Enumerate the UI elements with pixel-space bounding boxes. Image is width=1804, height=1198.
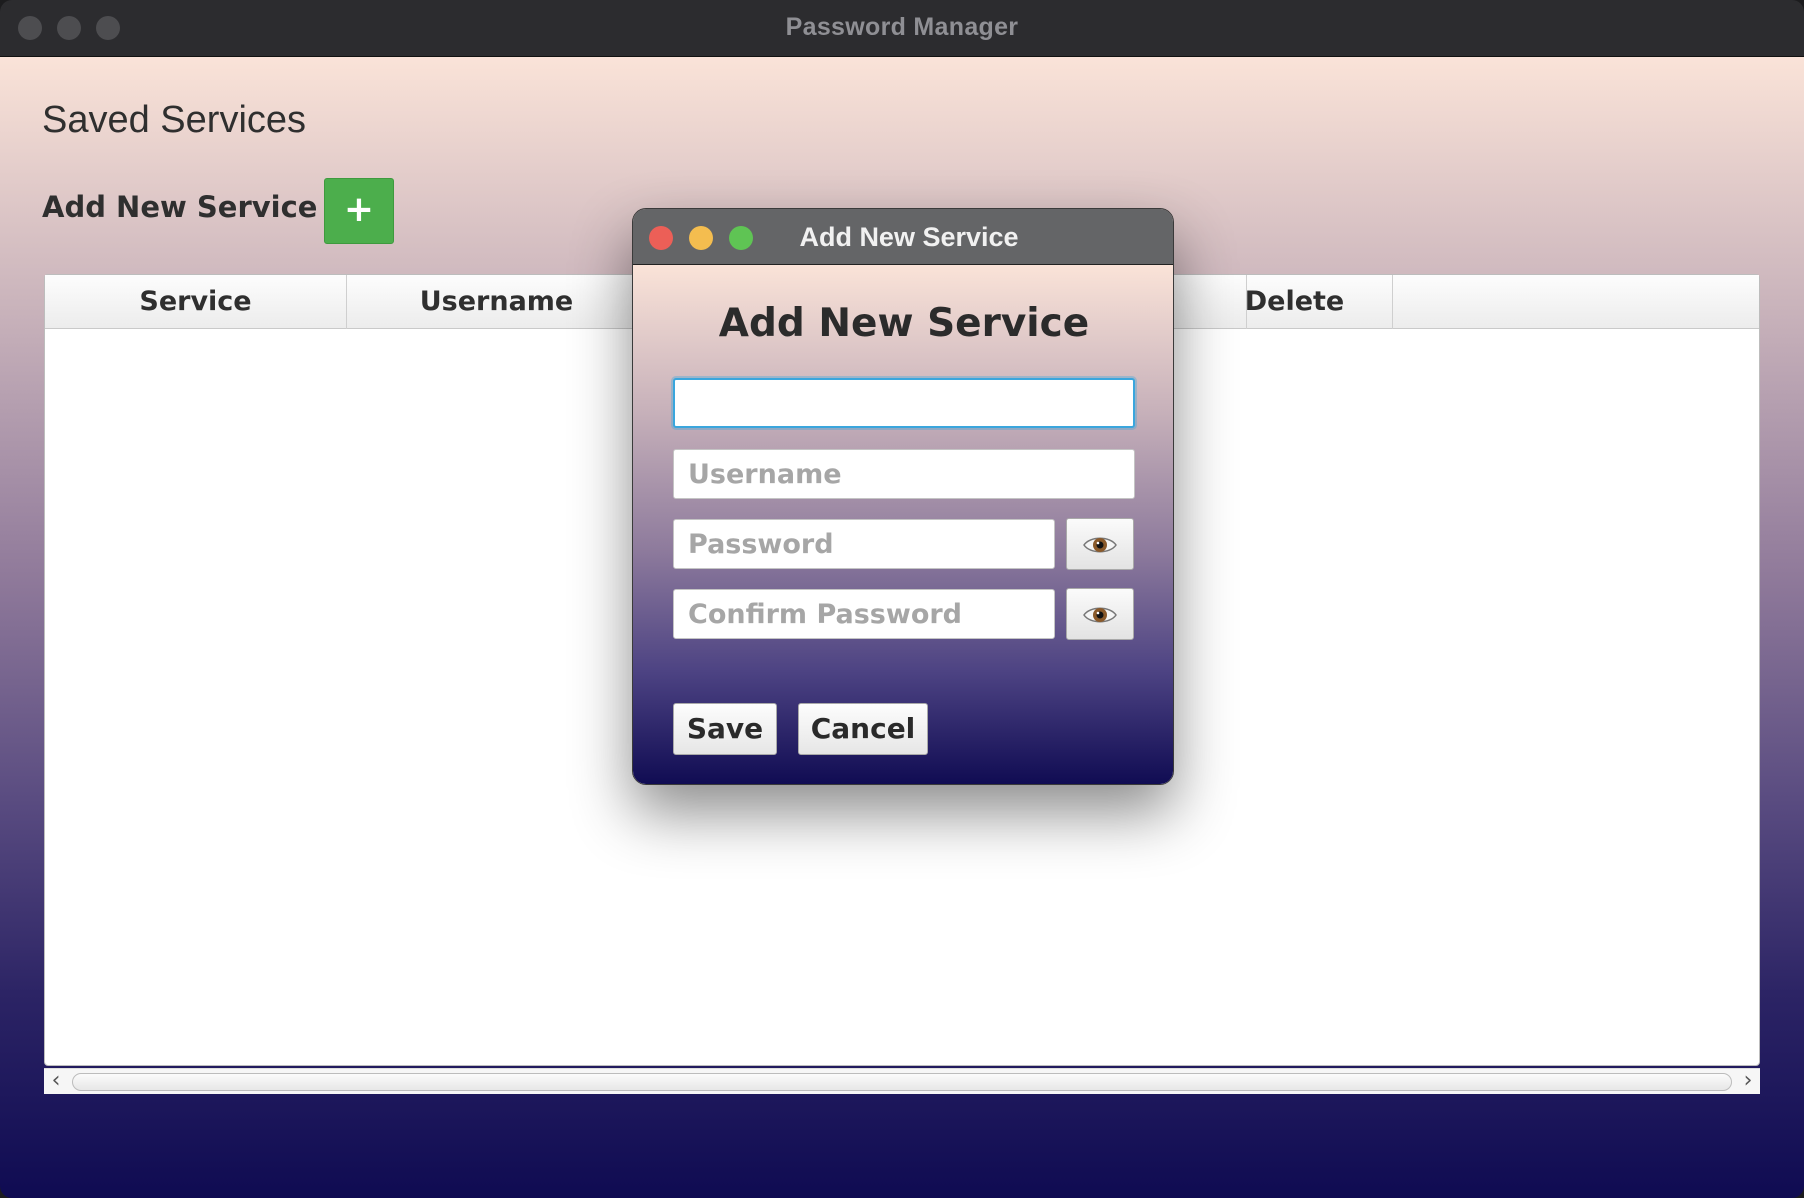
window-titlebar[interactable]: Password Manager — [0, 0, 1804, 57]
window-title: Password Manager — [785, 13, 1019, 41]
scrollbar-thumb[interactable] — [72, 1073, 1732, 1091]
dialog-titlebar[interactable]: Add New Service — [633, 209, 1173, 265]
eye-icon — [1083, 537, 1117, 552]
add-service-dialog: Add New Service Add New Service Username… — [632, 208, 1174, 785]
page-title: Saved Services — [42, 99, 307, 141]
dialog-heading: Add New Service — [718, 301, 1090, 346]
add-service-label: Add New Service — [42, 190, 318, 224]
main-window: Password Manager Saved Services Add New … — [0, 0, 1804, 1198]
column-header-username[interactable]: Username — [347, 275, 647, 329]
reveal-password-button[interactable] — [1066, 518, 1134, 570]
add-service-button[interactable]: + — [324, 178, 394, 244]
scroll-left-icon[interactable]: ‹ — [44, 1069, 68, 1095]
column-header-service[interactable]: Service — [45, 275, 347, 329]
confirm-password-input[interactable] — [673, 589, 1055, 639]
password-input[interactable] — [673, 519, 1055, 569]
service-input[interactable] — [673, 378, 1135, 428]
save-button[interactable]: Save — [673, 703, 777, 755]
scroll-right-icon[interactable]: › — [1736, 1069, 1760, 1095]
dialog-body: Add New Service Username Password Confir… — [633, 265, 1173, 784]
username-input[interactable] — [673, 449, 1135, 499]
eye-icon — [1083, 607, 1117, 622]
column-header-delete[interactable]: Delete — [1197, 275, 1393, 329]
cancel-button[interactable]: Cancel — [798, 703, 928, 755]
dialog-title: Add New Service — [799, 222, 1019, 252]
horizontal-scrollbar[interactable]: ‹ › — [44, 1068, 1760, 1094]
reveal-confirm-password-button[interactable] — [1066, 588, 1134, 640]
